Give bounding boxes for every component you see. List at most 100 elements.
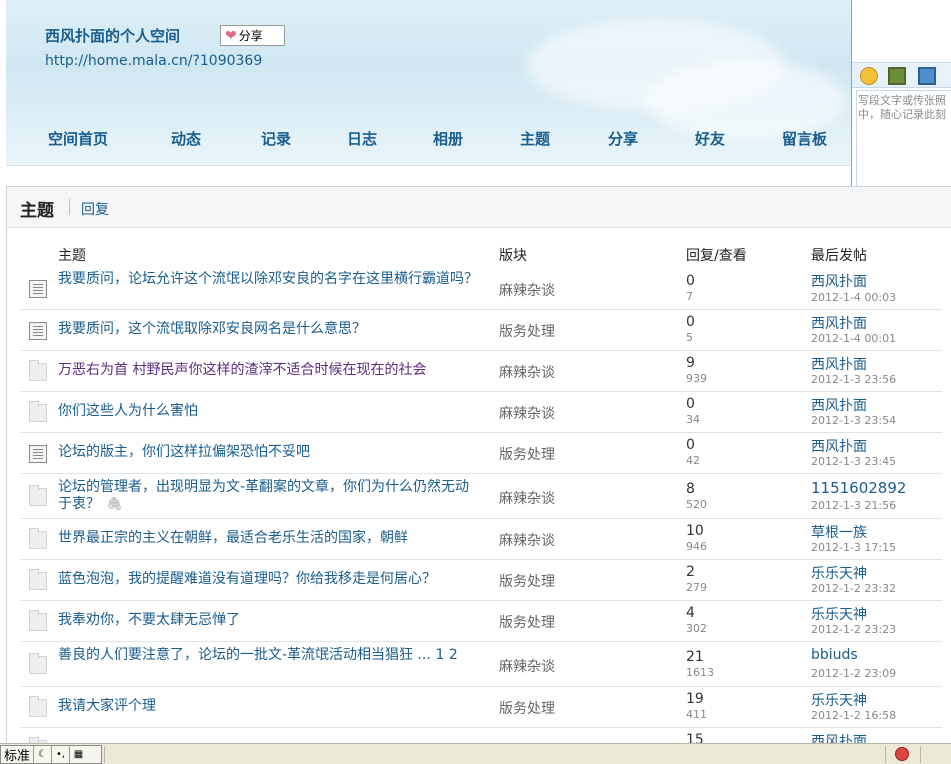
topic-row: 蓝色泡泡，我的提醒难道没有道理吗？你给我移走是何居心？ 版务处理 2 279 乐乐天神 2…	[20, 560, 942, 601]
topic-forum[interactable]: 版务处理	[499, 612, 555, 632]
last-post-time[interactable]: 2012-1-2 23:32	[811, 582, 896, 595]
keyboard-icon[interactable]: ▦	[69, 746, 87, 763]
last-poster-link[interactable]: 西风扑面	[811, 395, 867, 415]
topic-view-count: 279	[686, 581, 707, 594]
last-poster-link[interactable]: 西风扑面	[811, 436, 867, 456]
topic-forum[interactable]: 版务处理	[499, 444, 555, 464]
topic-forum[interactable]: 麻辣杂谈	[499, 530, 555, 550]
nav-album[interactable]: 相册	[433, 128, 463, 149]
topic-title-link[interactable]: 我要质问，这个流氓取除邓安良网名是什么意思？	[58, 321, 478, 338]
nav-friends[interactable]: 好友	[695, 128, 725, 149]
punctuation-icon[interactable]: •,	[51, 746, 69, 763]
nav-feed[interactable]: 动态	[171, 128, 201, 149]
topic-row: 论坛的管理者，出现明显为文-革翻案的文章，你们为什么仍然无动于衷？ 🖇 麻辣杂谈 8 5…	[20, 474, 942, 519]
column-header-forum: 版块	[499, 248, 527, 264]
topic-title-link[interactable]: 善良的人们要注意了，论坛的一批文-革流氓活动相当猖狂… 1 2	[58, 647, 478, 664]
last-post-time[interactable]: 2012-1-3 21:56	[811, 499, 896, 512]
nav-share[interactable]: 分享	[608, 128, 638, 149]
topic-title-text[interactable]: 你们这些人为什么害怕	[58, 403, 198, 419]
last-post-time[interactable]: 2012-1-3 23:56	[811, 373, 896, 386]
topic-title-text[interactable]: 我要质问，这个流氓取除邓安良网名是什么意思？	[58, 321, 366, 337]
nav-records[interactable]: 记录	[261, 128, 291, 149]
topic-title-link[interactable]: 我请大家评个理	[58, 698, 478, 715]
status-divider	[885, 746, 886, 763]
last-post-time[interactable]: 2012-1-2 16:58	[811, 709, 896, 722]
last-poster-link[interactable]: 乐乐天神	[811, 690, 867, 710]
topic-title-text[interactable]: 万恶右为首 村野民声你这样的渣滓不适合时候在现在的社会	[58, 362, 426, 378]
last-post-time[interactable]: 2012-1-4 00:01	[811, 332, 896, 345]
topic-forum[interactable]: 麻辣杂谈	[499, 403, 555, 423]
attachment-icon: 🖇	[106, 497, 123, 512]
topic-view-count: 1613	[686, 666, 714, 679]
topic-forum[interactable]: 麻辣杂谈	[499, 280, 555, 300]
topic-title-text[interactable]: 论坛的版主，你们这样拉偏架恐怕不妥吧	[58, 444, 310, 460]
topic-row: 万恶右为首 村野民声你这样的渣滓不适合时候在现在的社会 麻辣杂谈 9 939 西风扑面 2…	[20, 351, 942, 392]
last-post-time[interactable]: 2012-1-2 23:09	[811, 667, 896, 680]
ime-toolbar[interactable]: 标准 ☾ •, ▦	[0, 745, 102, 764]
security-icon[interactable]	[895, 747, 909, 761]
last-poster-link[interactable]: 草根一族	[811, 522, 867, 542]
last-poster-link[interactable]: 乐乐天神	[811, 604, 867, 624]
topic-forum[interactable]: 麻辣杂谈	[499, 362, 555, 382]
last-post-time[interactable]: 2012-1-3 23:45	[811, 455, 896, 468]
topic-row: 我要质问，论坛允许这个流氓以除邓安良的名字在这里横行霸道吗？ 麻辣杂谈 0 7 西风扑面…	[20, 266, 942, 310]
topic-title-link[interactable]: 论坛的管理者，出现明显为文-革翻案的文章，你们为什么仍然无动于衷？ 🖇	[58, 479, 478, 513]
moon-icon[interactable]: ☾	[33, 746, 51, 763]
space-title[interactable]: 西风扑面的个人空间	[45, 25, 180, 46]
share-button[interactable]: ❤ 分享	[220, 25, 285, 46]
last-post-time[interactable]: 2012-1-3 17:15	[811, 541, 896, 554]
topic-reply-count: 21	[686, 649, 704, 665]
record-icon[interactable]	[918, 67, 936, 85]
topic-title-link[interactable]: 世界最正宗的主义在朝鲜，最适合老乐生活的国家，朝鲜	[58, 530, 478, 547]
last-poster-link[interactable]: 乐乐天神	[811, 563, 867, 583]
column-header-stats: 回复/查看	[686, 248, 747, 264]
last-poster-link[interactable]: 西风扑面	[811, 271, 867, 291]
topics-panel: 主题 回复 主题 版块 回复/查看 最后发帖 我要质问，论坛允许这个流氓以除邓安…	[6, 186, 951, 764]
ime-mode-label[interactable]: 标准	[1, 745, 33, 764]
topic-view-count: 302	[686, 622, 707, 635]
topic-forum[interactable]: 麻辣杂谈	[499, 488, 555, 508]
topic-title-text[interactable]: 我奉劝你，不要太肆无忌惮了	[58, 612, 240, 628]
last-poster-link[interactable]: bbiuds	[811, 647, 858, 663]
nav-blog[interactable]: 日志	[347, 128, 377, 149]
topic-forum[interactable]: 麻辣杂谈	[499, 656, 555, 676]
tab-topics[interactable]: 主题	[20, 196, 54, 221]
tab-divider	[69, 199, 70, 215]
last-poster-link[interactable]: 1151602892	[811, 479, 906, 497]
topic-title-link[interactable]: 万恶右为首 村野民声你这样的渣滓不适合时候在现在的社会	[58, 362, 478, 379]
topic-view-count: 7	[686, 290, 693, 303]
page: 西风扑面的个人空间 ❤ 分享 http://home.mala.cn/?1090…	[0, 0, 951, 764]
last-poster-link[interactable]: 西风扑面	[811, 313, 867, 333]
topic-title-text[interactable]: 我要质问，论坛允许这个流氓以除邓安良的名字在这里横行霸道吗？	[58, 271, 478, 287]
nav-topics[interactable]: 主题	[520, 128, 550, 149]
placeholder-line: 写段文字或传张照	[858, 94, 946, 107]
quick-post-top	[852, 0, 951, 60]
topic-forum[interactable]: 版务处理	[499, 571, 555, 591]
topic-title-link[interactable]: 我奉劝你，不要太肆无忌惮了	[58, 612, 478, 629]
topic-title-link[interactable]: 你们这些人为什么害怕	[58, 403, 478, 420]
topic-page-links[interactable]: … 1 2	[417, 647, 458, 663]
nav-home[interactable]: 空间首页	[48, 128, 108, 149]
tab-replies[interactable]: 回复	[81, 199, 109, 219]
topic-title-text[interactable]: 善良的人们要注意了，论坛的一批文-革流氓活动相当猖狂	[58, 647, 413, 663]
last-post-time[interactable]: 2012-1-3 23:54	[811, 414, 896, 427]
topic-title-text[interactable]: 世界最正宗的主义在朝鲜，最适合老乐生活的国家，朝鲜	[58, 530, 408, 546]
picture-icon[interactable]	[888, 67, 906, 85]
topic-forum[interactable]: 版务处理	[499, 321, 555, 341]
nav-guestbook[interactable]: 留言板	[782, 128, 827, 149]
smile-icon[interactable]	[860, 67, 878, 85]
topic-title-link[interactable]: 蓝色泡泡，我的提醒难道没有道理吗？你给我移走是何居心？	[58, 571, 478, 588]
topic-reply-count: 0	[686, 314, 695, 330]
last-post-time[interactable]: 2012-1-4 00:03	[811, 291, 896, 304]
topic-reply-count: 8	[686, 481, 695, 497]
topic-reply-count: 0	[686, 396, 695, 412]
topic-title-link[interactable]: 我要质问，论坛允许这个流氓以除邓安良的名字在这里横行霸道吗？	[58, 271, 478, 288]
last-post-time[interactable]: 2012-1-2 23:23	[811, 623, 896, 636]
topic-title-link[interactable]: 论坛的版主，你们这样拉偏架恐怕不妥吧	[58, 444, 478, 461]
topic-forum[interactable]: 版务处理	[499, 698, 555, 718]
topic-title-text[interactable]: 蓝色泡泡，我的提醒难道没有道理吗？你给我移走是何居心？	[58, 571, 436, 587]
topic-title-text[interactable]: 我请大家评个理	[58, 698, 156, 714]
last-poster-link[interactable]: 西风扑面	[811, 354, 867, 374]
topic-view-count: 34	[686, 413, 700, 426]
space-url[interactable]: http://home.mala.cn/?1090369	[45, 53, 262, 69]
